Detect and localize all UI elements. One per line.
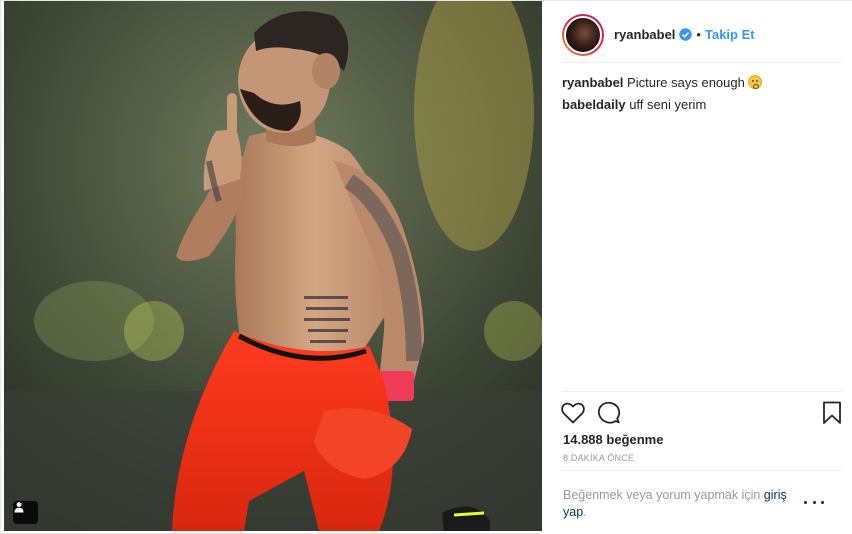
more-options-icon[interactable] (804, 497, 824, 507)
comments-list: ryanbabel Picture says enough babeldaily… (562, 73, 842, 117)
comment-button[interactable] (596, 400, 622, 426)
hushed-face-icon (748, 75, 763, 89)
login-prompt-suffix: . (583, 505, 587, 519)
login-prompt-text: Beğenmek veya yorum yapmak için (563, 488, 761, 502)
bookmark-icon (823, 401, 841, 424)
comment-text: Picture says enough (627, 75, 745, 90)
caption-comment: ryanbabel Picture says enough (562, 73, 842, 93)
comment: babeldaily uff seni yerim (562, 95, 842, 115)
photo-illustration (4, 1, 542, 531)
verified-badge-icon (679, 28, 693, 41)
comment-username[interactable]: ryanbabel (562, 75, 623, 90)
post-timestamp[interactable]: 8 DAKİKA ÖNCE (563, 453, 634, 463)
bookmark-button[interactable] (819, 400, 845, 426)
login-prompt: Beğenmek veya yorum yapmak için giriş ya… (563, 487, 793, 521)
comment-icon (597, 401, 621, 424)
post-header: ryanbabel • Takip Et (562, 7, 842, 63)
action-bar (560, 391, 845, 431)
more-dot (821, 500, 824, 504)
avatar[interactable] (564, 15, 602, 54)
header-username[interactable]: ryanbabel (614, 27, 675, 42)
like-button[interactable] (560, 400, 586, 426)
user-tag-button[interactable] (13, 501, 38, 524)
user-tag-icon (14, 502, 24, 513)
post-photo[interactable] (4, 1, 542, 531)
heart-icon (561, 402, 585, 424)
header-separator: • (696, 27, 701, 42)
avatar-ring[interactable] (562, 13, 604, 56)
post-side-panel: ryanbabel • Takip Et ryanbabel Picture s… (542, 1, 852, 534)
more-dot (812, 500, 816, 504)
comment-text: uff seni yerim (629, 97, 707, 112)
instagram-post: ryanbabel • Takip Et ryanbabel Picture s… (0, 0, 852, 534)
like-count[interactable]: 14.888 beğenme (563, 432, 663, 447)
comment-username[interactable]: babeldaily (562, 97, 626, 112)
follow-button[interactable]: Takip Et (705, 27, 755, 42)
more-dot (804, 500, 807, 504)
divider (562, 470, 842, 471)
